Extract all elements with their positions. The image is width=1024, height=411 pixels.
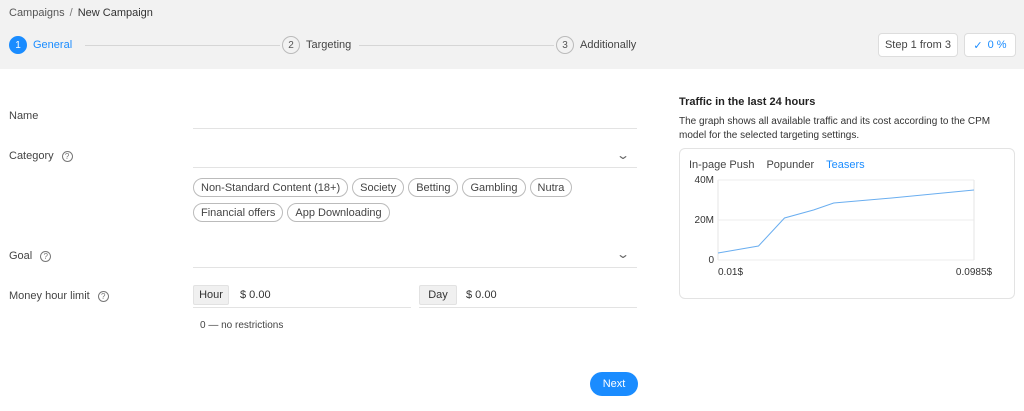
goal-select[interactable]: [193, 245, 637, 267]
series-line: [717, 189, 975, 254]
category-chip[interactable]: Non-Standard Content (18+): [193, 178, 349, 197]
step-number: 2: [282, 36, 300, 54]
category-select[interactable]: [193, 145, 637, 167]
help-icon[interactable]: ?: [61, 150, 73, 162]
category-chip[interactable]: Betting: [408, 178, 459, 197]
step-general[interactable]: 1 General: [9, 35, 72, 55]
hour-limit-input[interactable]: $ 0.00: [240, 289, 271, 301]
name-input[interactable]: [193, 105, 637, 127]
category-chip[interactable]: Society: [352, 178, 405, 197]
day-unit-label: Day: [419, 285, 457, 305]
step-number: 3: [556, 36, 574, 54]
category-chip[interactable]: Financial offers: [193, 203, 284, 222]
y-tick-label: 40M: [695, 175, 714, 186]
day-underline: [419, 307, 637, 308]
traffic-title: Traffic in the last 24 hours: [679, 96, 816, 108]
progress-indicator: ✓ 0 %: [964, 33, 1016, 57]
goal-label: Goal?: [9, 250, 52, 262]
help-icon[interactable]: ?: [97, 290, 109, 302]
step-connector: [85, 45, 280, 46]
category-chips: Non-Standard Content (18+) Society Betting…: [193, 178, 633, 228]
name-underline: [193, 128, 637, 129]
y-tick-label: 0: [708, 255, 714, 266]
top-bar: Campaigns / New Campaign 1 General 2 Targe…: [0, 0, 1024, 69]
traffic-chart-card: In-page Push Popunder Teasers 0 20M 40M 0.0…: [679, 148, 1015, 299]
hour-unit-label: Hour: [193, 285, 229, 305]
step-connector: [359, 45, 554, 46]
step-counter: Step 1 from 3: [878, 33, 958, 57]
stepper: 1 General 2 Targeting 3 Additionally: [9, 35, 859, 55]
traffic-description: The graph shows all available traffic an…: [679, 116, 991, 141]
x-tick-label: 0.0985$: [956, 267, 993, 278]
form-panel: Name Category? ⌄ Non-Standard Content (1…: [0, 69, 1024, 411]
chevron-down-icon[interactable]: ⌄: [616, 247, 630, 261]
next-button[interactable]: Next: [590, 372, 638, 396]
breadcrumb-separator: /: [69, 7, 73, 19]
traffic-line-chart: 0 20M 40M 0.01$ 0.0985$: [695, 175, 993, 278]
category-label: Category?: [9, 150, 73, 162]
step-label: General: [33, 39, 73, 51]
breadcrumb-current: New Campaign: [77, 7, 153, 19]
hour-underline: [193, 307, 411, 308]
category-underline: [193, 167, 637, 168]
check-icon: ✓: [973, 39, 983, 52]
step-label: Additionally: [580, 39, 637, 51]
goal-underline: [193, 267, 637, 268]
x-tick-label: 0.01$: [718, 267, 743, 278]
category-chip[interactable]: App Downloading: [287, 203, 390, 222]
y-tick-label: 20M: [695, 215, 714, 226]
breadcrumb-campaigns-link[interactable]: Campaigns: [9, 7, 65, 19]
step-additionally[interactable]: 3 Additionally: [556, 35, 636, 55]
step-label: Targeting: [306, 39, 352, 51]
day-limit-input[interactable]: $ 0.00: [466, 289, 497, 301]
limit-hint: 0 — no restrictions: [200, 320, 284, 331]
help-icon[interactable]: ?: [40, 250, 52, 262]
money-label: Money hour limit?: [9, 290, 109, 302]
step-number: 1: [9, 36, 27, 54]
breadcrumb: Campaigns / New Campaign: [9, 7, 153, 19]
category-chip[interactable]: Nutra: [529, 178, 573, 197]
category-chip[interactable]: Gambling: [462, 178, 526, 197]
chevron-down-icon[interactable]: ⌄: [616, 148, 630, 162]
name-label: Name: [9, 110, 39, 122]
progress-label: 0 %: [987, 39, 1007, 51]
step-targeting[interactable]: 2 Targeting: [282, 35, 351, 55]
